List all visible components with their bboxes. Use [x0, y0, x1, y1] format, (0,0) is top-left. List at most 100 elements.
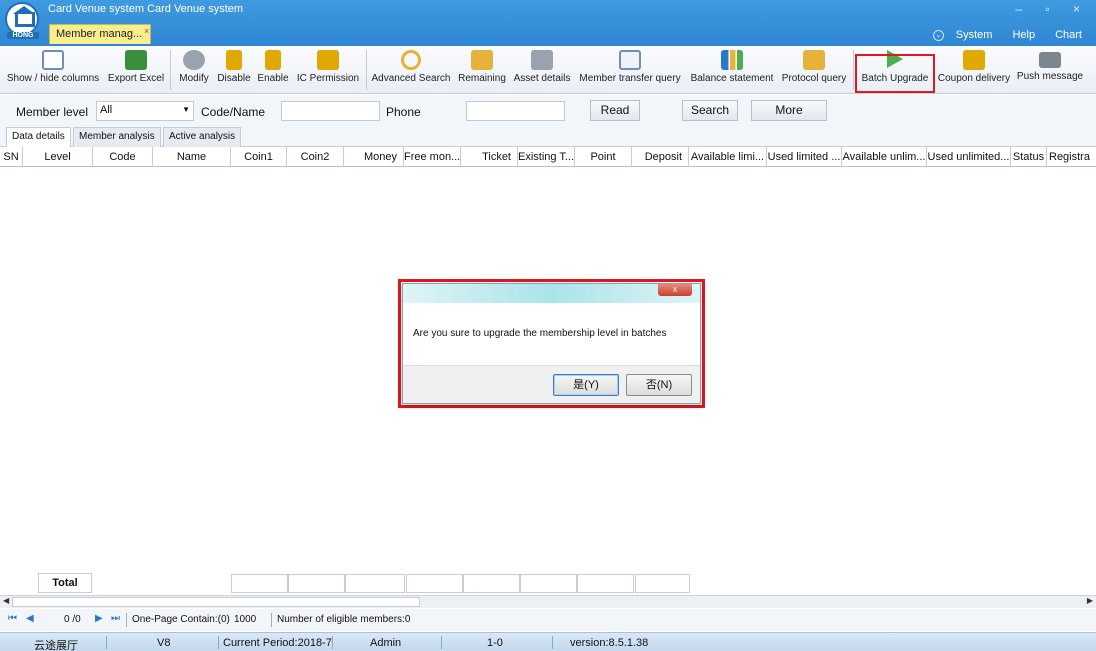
dropdown-arrow-icon[interactable]: ▼ — [182, 105, 190, 114]
total-cell-point — [577, 574, 634, 593]
tab-active-analysis[interactable]: Active analysis — [163, 127, 242, 147]
toolbar-divider — [170, 50, 171, 90]
filter-bar: Member level All ▼ Code/Name Phone Read … — [0, 95, 1096, 127]
ic-permission-button[interactable]: IC Permission — [293, 50, 363, 94]
columns-icon — [42, 50, 64, 70]
no-button[interactable]: 否(N) — [626, 374, 692, 396]
close-tab-icon[interactable]: × — [144, 22, 149, 41]
show-hide-columns-button[interactable]: Show / hide columns — [4, 50, 102, 94]
balance-statement-button[interactable]: Balance statement — [688, 50, 776, 94]
dialog-title-bar[interactable] — [403, 284, 700, 303]
version-info: version:8.5.1.38 — [570, 637, 649, 649]
toolbar-divider — [366, 50, 367, 90]
total-cell-existing-ticket — [520, 574, 577, 593]
next-page-icon[interactable]: ▶ — [95, 613, 103, 624]
tab-label: Member manag... — [56, 28, 143, 40]
column-header-status[interactable]: Status — [1011, 147, 1047, 167]
first-page-icon[interactable]: ⏮ — [8, 613, 17, 624]
column-header-ticket[interactable]: Ticket — [461, 147, 518, 167]
coupon-icon — [963, 50, 985, 70]
member-level-select[interactable]: All ▼ — [96, 101, 194, 121]
export-excel-button[interactable]: Export Excel — [106, 50, 166, 94]
column-header-used-unlimited[interactable]: Used unlimited... — [927, 147, 1011, 167]
menu-help[interactable]: Help — [1012, 29, 1035, 41]
toolbar-label: Protocol query — [781, 73, 847, 84]
column-header-level[interactable]: Level — [23, 147, 93, 167]
table-header: SN Level Code Name Coin1 Coin2 Money Fre… — [0, 147, 1096, 167]
home-icon — [5, 2, 39, 36]
code-name-input[interactable] — [281, 101, 380, 121]
status-divider — [106, 636, 107, 649]
column-header-name[interactable]: Name — [153, 147, 231, 167]
member-transfer-query-button[interactable]: Member transfer query — [574, 50, 686, 94]
last-page-icon[interactable]: ⏭ — [111, 613, 120, 624]
phone-input[interactable] — [466, 101, 565, 121]
toolbar-label: IC Permission — [296, 73, 360, 84]
pager-divider — [271, 613, 272, 627]
scroll-right-icon[interactable]: ▶ — [1087, 596, 1093, 605]
tab-member-analysis[interactable]: Member analysis — [73, 127, 161, 147]
yes-button[interactable]: 是(Y) — [553, 374, 619, 396]
disable-button[interactable]: Disable — [214, 50, 254, 94]
column-header-used-limited[interactable]: Used limited ... — [767, 147, 842, 167]
member-level-value: All — [100, 104, 113, 116]
dialog-message: Are you sure to upgrade the membership l… — [413, 328, 667, 339]
member-level-label: Member level — [16, 105, 89, 119]
column-header-free-money[interactable]: Free mon... — [404, 147, 461, 167]
tab-member-management[interactable]: Member manag... × — [49, 22, 152, 44]
unlock-icon — [265, 50, 281, 70]
enable-button[interactable]: Enable — [255, 50, 291, 94]
protocol-query-button[interactable]: Protocol query — [778, 50, 850, 94]
more-button[interactable]: More — [751, 100, 827, 121]
chevron-down-icon[interactable]: ⌄ — [932, 29, 944, 41]
column-header-money[interactable]: Money — [344, 147, 404, 167]
remaining-button[interactable]: Remaining — [454, 50, 510, 94]
tab-data-details[interactable]: Data details — [6, 127, 71, 147]
prev-page-icon[interactable]: ◀ — [26, 613, 34, 624]
column-header-sn[interactable]: SN — [0, 147, 23, 167]
column-header-available-unlimited[interactable]: Available unlim... — [842, 147, 927, 167]
advanced-search-button[interactable]: Advanced Search — [369, 50, 453, 94]
page-size-value[interactable]: 1000 — [234, 614, 256, 625]
column-header-coin2[interactable]: Coin2 — [287, 147, 344, 167]
toolbar-label: Disable — [217, 73, 251, 84]
window-controls[interactable]: – ▫ × — [1015, 2, 1090, 16]
phone-label: Phone — [386, 105, 421, 119]
column-header-deposit[interactable]: Deposit — [632, 147, 689, 167]
document-search-icon — [619, 50, 641, 70]
close-icon[interactable]: x — [658, 284, 692, 296]
modify-button[interactable]: Modify — [174, 50, 214, 94]
asset-details-button[interactable]: Asset details — [511, 50, 573, 94]
code-name-label: Code/Name — [201, 105, 266, 119]
column-header-point[interactable]: Point — [575, 147, 632, 167]
column-header-coin1[interactable]: Coin1 — [231, 147, 287, 167]
horizontal-scrollbar[interactable]: ◀ ▶ — [0, 595, 1096, 608]
total-cell-money — [345, 574, 405, 593]
title-bar: HONG Card Venue system Card Venue system… — [0, 0, 1096, 46]
app-logo: HONG — [5, 2, 41, 42]
search-button[interactable]: Search — [682, 100, 738, 121]
brand-label: HONG — [7, 32, 39, 39]
confirm-dialog: x Are you sure to upgrade the membership… — [402, 283, 701, 404]
push-message-button[interactable]: Push message — [1015, 50, 1085, 94]
column-header-available-limited[interactable]: Available limi... — [689, 147, 767, 167]
envelope-icon — [1039, 52, 1061, 68]
toolbar-label: Remaining — [458, 73, 506, 84]
scrollbar-thumb[interactable] — [12, 597, 420, 607]
column-header-existing-ticket[interactable]: Existing T... — [518, 147, 575, 167]
version-tag: V8 — [157, 637, 171, 649]
menu-chart[interactable]: Chart — [1055, 29, 1082, 41]
read-button[interactable]: Read — [590, 100, 640, 121]
column-header-code[interactable]: Code — [93, 147, 153, 167]
total-row: Total — [0, 573, 1096, 593]
total-cell-deposit — [635, 574, 690, 593]
column-header-registration[interactable]: Registra — [1047, 147, 1096, 167]
toolbar-label: Show / hide columns — [6, 73, 100, 84]
app-title: Card Venue system Card Venue system — [48, 3, 244, 15]
coupon-delivery-button[interactable]: Coupon delivery — [934, 50, 1014, 94]
menu-system[interactable]: System — [956, 29, 993, 41]
venue-name: 云途展厅 — [34, 640, 78, 651]
toolbar-label: Balance statement — [690, 73, 774, 84]
eligible-members-count: Number of eligible members:0 — [277, 614, 411, 625]
scroll-left-icon[interactable]: ◀ — [3, 596, 9, 605]
